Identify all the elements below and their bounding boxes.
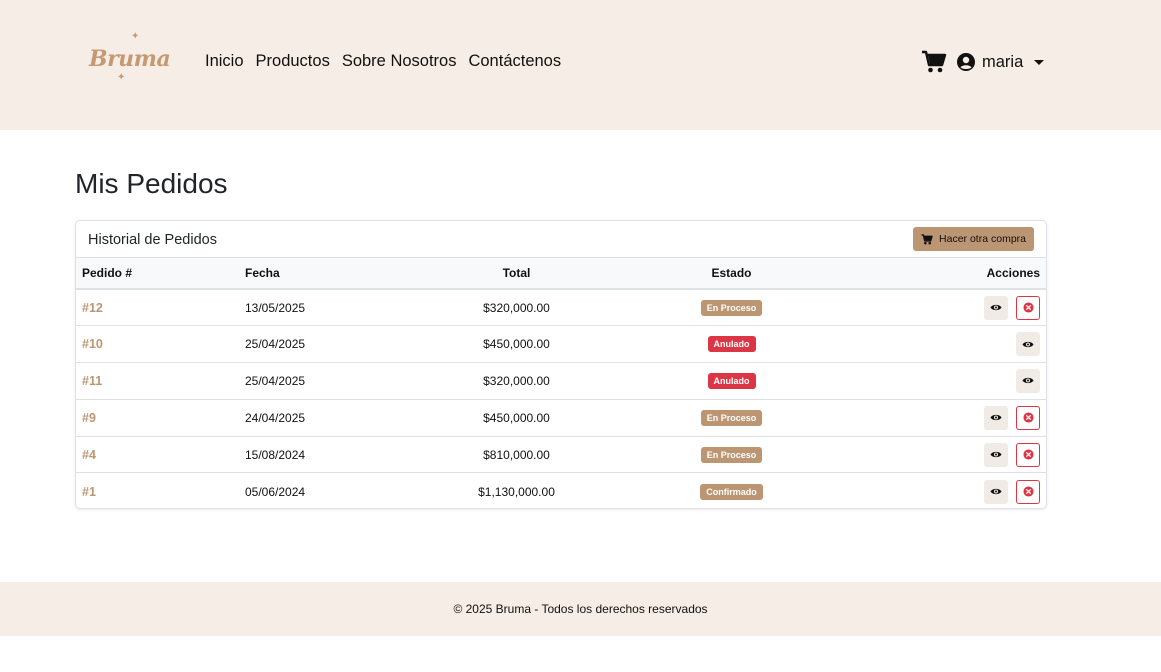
- orders-table-body: #12 13/05/2025 $320,000.00 En Proceso #1…: [76, 289, 1046, 508]
- order-total: $320,000.00: [483, 373, 550, 388]
- table-row: #10 25/04/2025 $450,000.00 Anulado: [76, 326, 1046, 363]
- main-nav: Inicio Productos Sobre Nosotros Contácte…: [205, 52, 561, 71]
- new-order-button-label: Hacer otra compra: [939, 233, 1026, 245]
- status-badge: En Proceso: [700, 409, 763, 426]
- view-order-button[interactable]: [1016, 368, 1040, 393]
- order-date: 13/05/2025: [245, 300, 306, 315]
- eye-icon: [1022, 341, 1034, 347]
- card-title: Historial de Pedidos: [88, 232, 217, 248]
- table-row: #1 05/06/2024 $1,130,000.00 Confirmado: [76, 473, 1046, 508]
- orders-card: Historial de Pedidos Hacer otra compra P…: [75, 220, 1047, 509]
- cancel-order-button[interactable]: [1016, 295, 1040, 320]
- order-id-link[interactable]: #12: [82, 301, 103, 315]
- close-circle-icon: [1022, 412, 1034, 423]
- header-state: Estado: [711, 266, 752, 280]
- table-row: #9 24/04/2025 $450,000.00 En Proceso: [76, 399, 1046, 437]
- header-date: Fecha: [245, 266, 280, 280]
- order-total: $450,000.00: [483, 410, 550, 425]
- order-total: $1,130,000.00: [478, 484, 555, 499]
- order-total: $320,000.00: [483, 300, 550, 315]
- site-header: ✦ Bruma ✦ Inicio Productos Sobre Nosotro…: [0, 0, 1161, 130]
- view-order-button[interactable]: [1016, 332, 1040, 357]
- order-date: 15/08/2024: [245, 447, 306, 462]
- close-circle-icon: [1022, 486, 1034, 497]
- eye-icon: [990, 451, 1002, 458]
- orders-table: Pedido # Fecha Total Estado Acciones #12…: [76, 258, 1046, 508]
- footer-copyright: © 2025 Bruma - Todos los derechos reserv…: [453, 602, 708, 616]
- order-total: $450,000.00: [483, 337, 550, 352]
- brand-logo-text: Bruma: [89, 46, 171, 72]
- user-circle-icon: [957, 53, 975, 71]
- table-row: #4 15/08/2024 $810,000.00 En Proceso: [76, 436, 1046, 473]
- brand-logo[interactable]: ✦ Bruma ✦: [84, 30, 180, 84]
- status-badge: Confirmado: [700, 483, 763, 500]
- sparkle-icon: ✦: [131, 31, 140, 42]
- view-order-button[interactable]: [984, 442, 1008, 467]
- status-badge: En Proceso: [700, 299, 763, 316]
- new-order-button[interactable]: Hacer otra compra: [913, 227, 1034, 251]
- header-actions: Acciones: [986, 266, 1040, 280]
- view-order-button[interactable]: [984, 479, 1008, 504]
- table-header-row: Pedido # Fecha Total Estado Acciones: [76, 258, 1046, 289]
- card-header: Historial de Pedidos Hacer otra compra: [76, 221, 1046, 258]
- nav-item-inicio[interactable]: Inicio: [205, 52, 244, 71]
- order-date: 25/04/2025: [245, 337, 306, 352]
- cancel-order-button[interactable]: [1016, 405, 1040, 430]
- order-id-link[interactable]: #4: [82, 448, 96, 462]
- table-row: #11 25/04/2025 $320,000.00 Anulado: [76, 363, 1046, 400]
- order-id-link[interactable]: #10: [82, 337, 103, 351]
- order-id-link[interactable]: #1: [82, 485, 96, 499]
- eye-icon: [1022, 378, 1034, 384]
- cancel-order-button[interactable]: [1016, 479, 1040, 504]
- view-order-button[interactable]: [984, 295, 1008, 320]
- user-name: maria: [982, 52, 1024, 71]
- cart-icon[interactable]: [921, 50, 947, 74]
- order-total: $810,000.00: [483, 447, 550, 462]
- order-date: 24/04/2025: [245, 410, 306, 425]
- sparkle-icon: ✦: [117, 72, 126, 83]
- eye-icon: [990, 305, 1002, 311]
- cancel-order-button[interactable]: [1016, 442, 1040, 467]
- chevron-down-icon: [1034, 59, 1045, 65]
- header-total: Total: [502, 266, 531, 280]
- close-circle-icon: [1022, 449, 1034, 460]
- user-menu[interactable]: maria: [957, 50, 1045, 74]
- status-badge: Anulado: [707, 372, 756, 389]
- nav-item-productos[interactable]: Productos: [256, 52, 330, 71]
- nav-item-contactenos[interactable]: Contáctenos: [468, 52, 561, 71]
- close-circle-icon: [1022, 302, 1034, 313]
- table-row: #12 13/05/2025 $320,000.00 En Proceso: [76, 289, 1046, 326]
- eye-icon: [990, 415, 1002, 421]
- status-badge: Anulado: [707, 336, 756, 353]
- order-id-link[interactable]: #9: [82, 411, 96, 425]
- header-id: Pedido #: [82, 266, 133, 280]
- cart-icon: [921, 233, 933, 244]
- view-order-button[interactable]: [984, 405, 1008, 430]
- site-footer: © 2025 Bruma - Todos los derechos reserv…: [0, 582, 1161, 636]
- order-date: 05/06/2024: [245, 484, 306, 499]
- order-date: 25/04/2025: [245, 373, 306, 388]
- order-id-link[interactable]: #11: [82, 374, 102, 388]
- nav-item-sobre-nosotros[interactable]: Sobre Nosotros: [342, 52, 457, 71]
- eye-icon: [990, 489, 1002, 495]
- page-title: Mis Pedidos: [75, 168, 228, 199]
- status-badge: En Proceso: [700, 446, 763, 463]
